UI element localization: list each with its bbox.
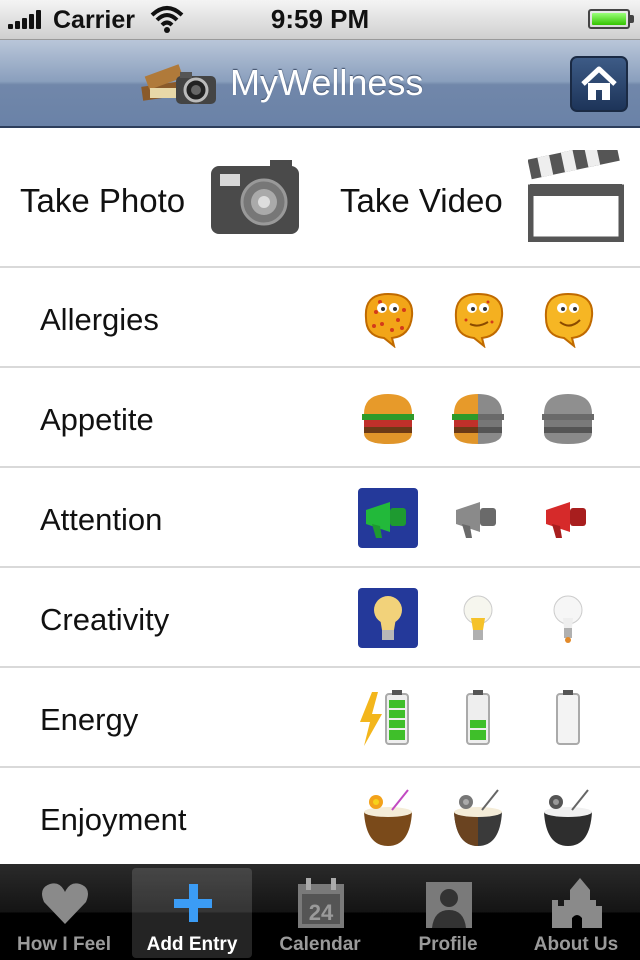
wellness-row-creativity[interactable]: Creativity (0, 568, 640, 668)
row-label: Attention (40, 502, 163, 537)
tab-label: How I Feel (17, 934, 111, 955)
calendar-day: 24 (309, 900, 334, 925)
face-icon[interactable] (448, 288, 508, 348)
plus-icon (174, 884, 212, 922)
app-logo-icon (141, 64, 216, 104)
wellness-row-energy[interactable]: Energy (0, 668, 640, 768)
heart-icon (42, 883, 88, 924)
clock: 9:59 PM (270, 4, 370, 34)
clapperboard-icon[interactable] (528, 150, 624, 242)
castle-icon (552, 878, 602, 928)
red-megaphone-icon[interactable] (538, 488, 598, 548)
row-label: Allergies (40, 302, 159, 337)
battery-icon (588, 9, 634, 29)
tab-add-entry[interactable]: Add Entry (132, 868, 252, 958)
row-label: Energy (40, 702, 139, 737)
home-icon (581, 66, 617, 100)
wellness-row-allergies[interactable]: Allergies (0, 268, 640, 368)
half-coconut-drink-icon[interactable] (448, 788, 508, 848)
burger-icon[interactable] (358, 388, 418, 448)
tab-calendar[interactable]: 24 Calendar (260, 868, 380, 958)
wellness-row-attention[interactable]: Attention (0, 468, 640, 568)
profile-icon (426, 882, 472, 928)
grey-megaphone-icon[interactable] (448, 488, 508, 548)
row-label: Creativity (40, 602, 170, 637)
tab-label: Calendar (279, 934, 361, 955)
coconut-drink-icon[interactable] (358, 788, 418, 848)
dim-lightbulb-icon[interactable] (538, 588, 598, 648)
take-photo-label[interactable]: Take Photo (20, 182, 185, 220)
empty-battery-icon[interactable] (538, 688, 598, 748)
page-title: MyWellness (230, 62, 424, 103)
row-label: Enjoyment (40, 802, 187, 837)
tab-how-i-feel[interactable]: How I Feel (4, 868, 124, 958)
charging-battery-icon[interactable] (358, 688, 418, 748)
tab-label: Profile (418, 934, 478, 955)
wellness-row-appetite[interactable]: Appetite (0, 368, 640, 468)
status-bar: Carrier 9:59 PM (0, 0, 640, 40)
tab-bar: How I Feel Add Entry 24 Calendar Profile… (0, 864, 640, 960)
take-video-label[interactable]: Take Video (340, 182, 503, 220)
home-button[interactable] (570, 56, 628, 112)
half-battery-icon[interactable] (448, 688, 508, 748)
grey-burger-icon[interactable] (538, 388, 598, 448)
navigation-bar: MyWellness (0, 40, 640, 128)
tab-profile[interactable]: Profile (388, 868, 508, 958)
spotty-face-icon[interactable] (358, 288, 418, 348)
grey-coconut-drink-icon[interactable] (538, 788, 598, 848)
lightbulb-icon[interactable] (448, 588, 508, 648)
calendar-icon: 24 (298, 878, 344, 928)
tab-label: Add Entry (146, 934, 238, 955)
green-megaphone-icon[interactable] (358, 488, 418, 548)
camera-icon[interactable] (210, 160, 300, 236)
row-label: Appetite (40, 402, 154, 437)
half-burger-icon[interactable] (448, 388, 508, 448)
smiling-face-icon[interactable] (538, 288, 598, 348)
wellness-row-enjoyment[interactable]: Enjoyment (0, 768, 640, 868)
tab-about-us[interactable]: About Us (516, 868, 636, 958)
lightbulb-on-icon[interactable] (358, 588, 418, 648)
media-capture-row: Take Photo Take Video (0, 128, 640, 268)
tab-label: About Us (533, 934, 619, 955)
